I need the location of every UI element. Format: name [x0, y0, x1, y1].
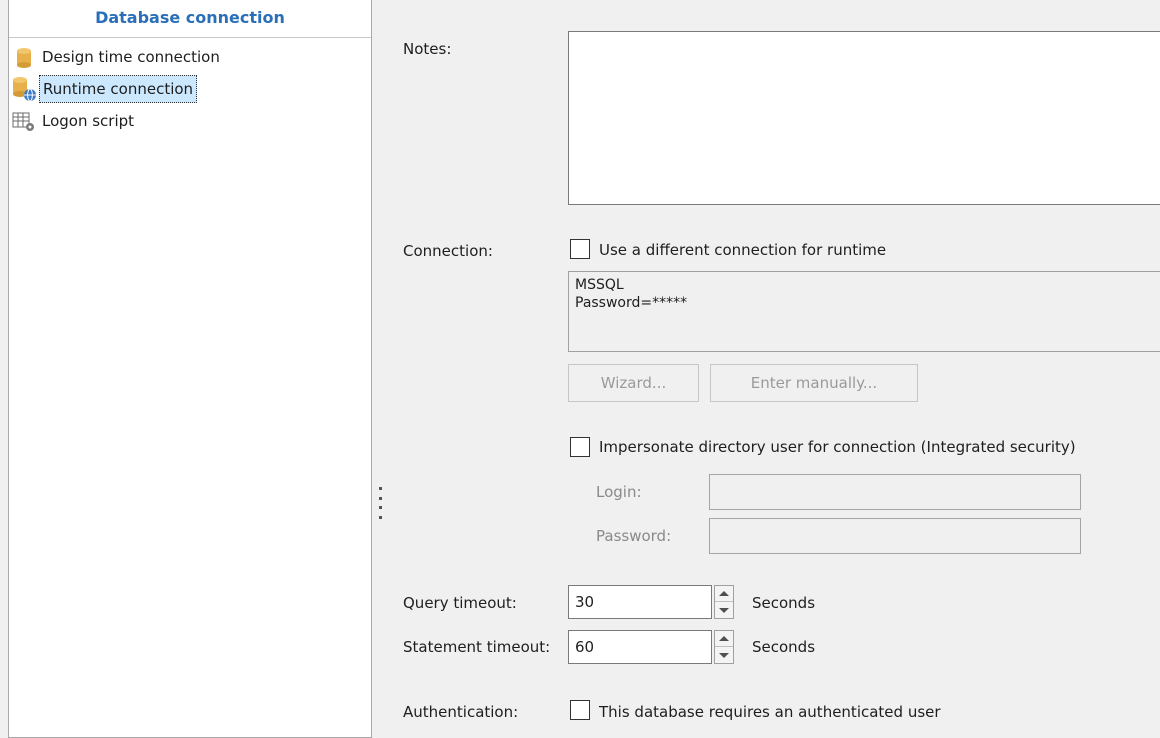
password-label: Password:	[596, 527, 672, 545]
database-globe-icon	[9, 74, 39, 104]
statement-timeout-unit: Seconds	[752, 638, 816, 656]
enter-manually-button[interactable]: Enter manually...	[710, 364, 918, 402]
impersonate-label: Impersonate directory user for connectio…	[599, 438, 1076, 456]
statement-timeout-input[interactable]: 60	[568, 630, 712, 664]
spin-up-icon[interactable]	[715, 631, 733, 647]
connection-string-line: MSSQL	[575, 277, 624, 293]
tree-item-logon-script[interactable]: Logon script	[9, 107, 137, 137]
query-timeout-unit: Seconds	[752, 594, 816, 612]
sidebar: Database connection Design time connecti…	[8, 0, 372, 738]
different-connection-checkbox[interactable]	[570, 239, 590, 259]
tree-item-label: Logon script	[42, 112, 135, 130]
notes-textarea[interactable]	[568, 31, 1160, 205]
sidebar-header: Database connection	[9, 0, 371, 38]
statement-timeout-spinner[interactable]	[714, 630, 734, 664]
spin-down-icon[interactable]	[715, 602, 733, 618]
wizard-button[interactable]: Wizard...	[568, 364, 699, 402]
connection-string-line: Password=*****	[575, 295, 688, 311]
splitter-grip[interactable]	[379, 487, 383, 519]
query-timeout-label: Query timeout:	[403, 594, 517, 612]
login-field[interactable]	[709, 474, 1081, 510]
connection-string-box: MSSQL Password=*****	[568, 271, 1160, 352]
query-timeout-spinner[interactable]	[714, 585, 734, 619]
tree-item-label: Design time connection	[42, 48, 220, 66]
tree-item-runtime-connection[interactable]: Runtime connection	[9, 74, 198, 104]
login-label: Login:	[596, 483, 642, 501]
connection-label: Connection:	[403, 242, 493, 260]
spin-down-icon[interactable]	[715, 647, 733, 663]
notes-label: Notes:	[403, 40, 452, 58]
impersonate-checkbox[interactable]	[570, 437, 590, 457]
table-gear-icon	[9, 107, 39, 137]
tree-item-label: Runtime connection	[39, 75, 198, 103]
authentication-checkbox-label: This database requires an authenticated …	[599, 703, 941, 721]
spin-up-icon[interactable]	[715, 586, 733, 602]
authentication-checkbox[interactable]	[570, 700, 590, 720]
different-connection-label: Use a different connection for runtime	[599, 241, 887, 259]
database-icon	[9, 43, 39, 73]
authentication-label: Authentication:	[403, 703, 519, 721]
statement-timeout-label: Statement timeout:	[403, 638, 551, 656]
query-timeout-input[interactable]: 30	[568, 585, 712, 619]
password-field[interactable]	[709, 518, 1081, 554]
tree-item-design-time-connection[interactable]: Design time connection	[9, 43, 223, 73]
